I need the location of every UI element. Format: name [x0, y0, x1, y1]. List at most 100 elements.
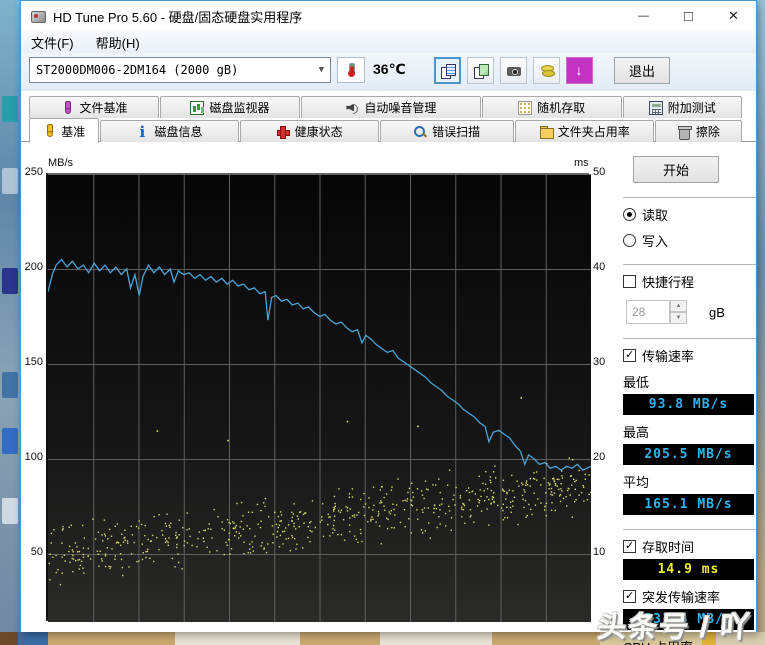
desktop-right-strip — [757, 0, 765, 645]
tab-random-access[interactable]: 随机存取 — [481, 96, 622, 118]
window-title: HD Tune Pro 5.60 - 硬盘/固态硬盘实用程序 — [53, 9, 303, 25]
axis-tick-label: 30 — [593, 355, 606, 368]
burst-rate-checkbox[interactable] — [623, 590, 636, 603]
maximize-button[interactable] — [666, 1, 711, 31]
disk-info-icon — [136, 123, 150, 141]
copy-image-button[interactable] — [467, 57, 494, 84]
tab-label: 磁盘信息 — [154, 125, 203, 139]
drive-selector[interactable]: ST2000DM006-2DM164 (2000 gB) ▼ — [29, 57, 331, 83]
axis-tick-label: 20 — [593, 450, 606, 463]
read-radio[interactable] — [623, 208, 636, 221]
desktop-left-strip — [0, 0, 20, 645]
access-time-row[interactable]: 存取时间 — [623, 537, 756, 556]
tab-label: 附加测试 — [667, 101, 716, 115]
benchmark-icon — [42, 124, 56, 138]
tab-label: 基准 — [61, 124, 86, 139]
transfer-rate-checkbox[interactable] — [623, 349, 636, 362]
avg-value-display: 165.1 MB/s — [623, 494, 754, 515]
transfer-rate-row[interactable]: 传输速率 — [623, 346, 756, 365]
axis-tick-label: 150 — [24, 355, 43, 368]
tab-disk-info[interactable]: 磁盘信息 — [99, 120, 239, 142]
axis-tick-label: 50 — [30, 545, 43, 558]
tab-erase[interactable]: 擦除 — [654, 120, 742, 142]
chevron-down-icon: ▼ — [318, 65, 324, 75]
desktop-icon-fragment — [2, 372, 18, 398]
tab-label: 磁盘监视器 — [209, 101, 270, 115]
temperature-button[interactable] — [337, 57, 365, 83]
exit-button[interactable]: 退出 — [614, 57, 670, 84]
close-button[interactable] — [711, 1, 756, 31]
error-scan-icon — [413, 125, 427, 139]
axis-tick-label: 100 — [24, 450, 43, 463]
desktop-icon-fragment — [2, 498, 18, 524]
screenshot-camera-button[interactable] — [500, 57, 527, 84]
divider — [623, 197, 756, 198]
titlebar: HD Tune Pro 5.60 - 硬盘/固态硬盘实用程序 — [21, 1, 756, 31]
max-label: 最高 — [623, 425, 650, 440]
write-radio-label: 写入 — [642, 234, 669, 249]
menu-help[interactable]: 帮助(H) — [96, 33, 140, 52]
temperature-value: 36℃ — [373, 61, 406, 77]
tab-disk-monitor[interactable]: 磁盘监视器 — [160, 96, 300, 118]
folder-usage-icon — [539, 125, 554, 139]
min-value-display: 93.8 MB/s — [623, 394, 754, 415]
tab-folder-usage[interactable]: 文件夹占用率 — [514, 120, 654, 142]
spin-up-icon[interactable]: ▲ — [670, 300, 687, 312]
benchmark-controls: 开始 读取 写入 快捷行程 28 ▲ ▼ gB 传输速率 最低 — [623, 151, 756, 645]
tab-label: 自动噪音管理 — [364, 101, 437, 115]
minimize-button[interactable] — [621, 1, 666, 31]
menu-file[interactable]: 文件(F) — [31, 33, 74, 52]
short-stroke-checkbox[interactable] — [623, 275, 636, 288]
desktop-icon-fragment — [2, 428, 18, 454]
tab-file-benchmark[interactable]: 文件基准 — [29, 96, 159, 118]
tab-health[interactable]: 健康状态 — [239, 120, 379, 142]
read-radio-label: 读取 — [642, 208, 669, 223]
tab-label: 文件夹占用率 — [557, 125, 630, 139]
short-stroke-value[interactable]: 28 — [626, 300, 670, 324]
desktop-icon-fragment — [2, 168, 18, 194]
access-time-checkbox[interactable] — [623, 540, 636, 553]
tab-aam[interactable]: 自动噪音管理 — [300, 96, 481, 118]
avg-label: 平均 — [623, 475, 650, 490]
start-button[interactable]: 开始 — [633, 156, 719, 183]
extra-tests-icon — [648, 100, 663, 115]
access-time-label: 存取时间 — [642, 540, 695, 555]
random-access-icon — [518, 100, 533, 115]
save-results-icon — [540, 64, 555, 78]
copy-text-icon — [440, 63, 456, 79]
drive-selector-value: ST2000DM006-2DM164 (2000 gB) — [36, 63, 239, 77]
erase-icon — [677, 125, 692, 140]
spinner-arrows[interactable]: ▲ ▼ — [670, 300, 687, 324]
tab-benchmark[interactable]: 基准 — [29, 118, 99, 143]
write-radio[interactable] — [623, 234, 636, 247]
toolbar: ST2000DM006-2DM164 (2000 gB) ▼ 36℃ 退出 — [21, 53, 756, 91]
copy-text-button[interactable] — [434, 57, 461, 84]
short-stroke-row[interactable]: 快捷行程 — [623, 272, 756, 291]
short-stroke-label: 快捷行程 — [642, 275, 695, 290]
tab-label: 错误扫描 — [432, 125, 481, 139]
health-icon — [276, 125, 290, 139]
short-stroke-size: 28 ▲ ▼ gB — [623, 300, 756, 324]
divider — [623, 529, 756, 530]
spin-down-icon[interactable]: ▼ — [670, 312, 687, 324]
read-radio-row[interactable]: 读取 — [623, 205, 756, 224]
benchmark-chart — [46, 173, 592, 622]
axis-tick-label: 50 — [593, 166, 606, 178]
download-icon — [573, 62, 587, 78]
write-radio-row[interactable]: 写入 — [623, 231, 756, 250]
desktop-icon-fragment — [2, 96, 18, 122]
hdtune-window: HD Tune Pro 5.60 - 硬盘/固态硬盘实用程序 文件(F) 帮助(… — [20, 0, 757, 645]
axis-tick-label: 10 — [593, 545, 606, 558]
axis-tick-label: 40 — [593, 260, 606, 273]
divider — [623, 264, 756, 265]
divider — [623, 338, 756, 339]
copy-image-icon — [473, 63, 489, 79]
tab-extra-tests[interactable]: 附加测试 — [622, 96, 742, 118]
right-axis-unit: ms — [574, 157, 589, 169]
aam-icon — [345, 101, 359, 115]
menubar: 文件(F) 帮助(H) — [21, 31, 756, 53]
tab-label: 擦除 — [695, 125, 720, 139]
tab-error-scan[interactable]: 错误扫描 — [379, 120, 514, 142]
download-button[interactable] — [566, 57, 593, 84]
save-results-button[interactable] — [533, 57, 560, 84]
